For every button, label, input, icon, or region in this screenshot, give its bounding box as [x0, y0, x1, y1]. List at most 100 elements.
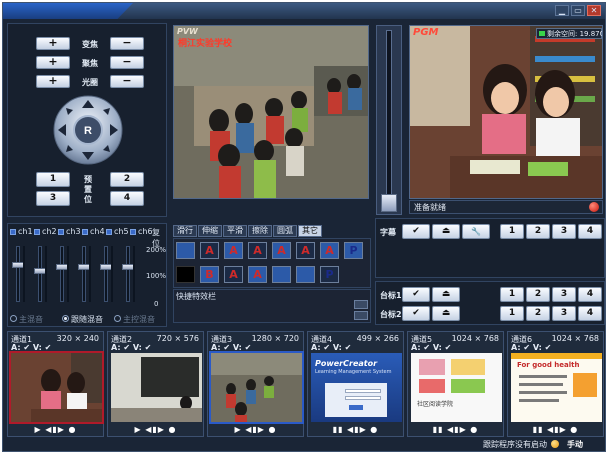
ch6-checkbox[interactable] [130, 229, 136, 235]
audio-slider-track-6[interactable] [126, 246, 130, 302]
record-button[interactable] [589, 202, 599, 212]
subtitle-settings-button[interactable]: 🔧 [462, 224, 490, 239]
channel-playback-controls[interactable]: ▶ ◀▮▶ ● [208, 425, 303, 434]
preset-1-button[interactable]: 1 [36, 172, 70, 187]
zoom-in-button[interactable]: + [36, 37, 70, 50]
effect-icon-14[interactable] [296, 266, 315, 283]
tab-wipe[interactable]: 擦除 [248, 225, 272, 237]
channel-playback-controls[interactable]: ▶ ◀▮▶ ● [108, 425, 203, 434]
channel-4-screen-subtitle: Learning Management System [315, 369, 392, 375]
audio-meter-6 [133, 246, 135, 302]
mode-master-radio[interactable] [114, 315, 121, 322]
tab-stretch[interactable]: 伸缩 [198, 225, 222, 237]
logo-panel: 台标1 ✔ ⏏ 1 2 3 4 台标2 ✔ ⏏ 1 2 3 4 [375, 281, 605, 325]
logo2-3-button[interactable]: 3 [552, 306, 576, 321]
tab-other[interactable]: 其它 [298, 225, 322, 237]
effect-icon-3[interactable]: A [224, 242, 243, 259]
effect-icon-9[interactable] [176, 266, 195, 283]
logo1-eject-button[interactable]: ⏏ [432, 287, 460, 302]
mode-follow-label: 跟随混音 [71, 315, 103, 324]
channel-5[interactable]: 通道5 1024 × 768 A: ✔ V: ✔ 社区阅读学院 ▮▮ ◀▮▶ ● [407, 331, 504, 437]
ptz-direction-pad[interactable]: R [52, 94, 124, 166]
audio-slider-track-3[interactable] [60, 246, 64, 302]
logo2-apply-button[interactable]: ✔ [402, 306, 430, 321]
iris-open-button[interactable]: + [36, 75, 70, 88]
logo2-1-button[interactable]: 1 [500, 306, 524, 321]
close-button[interactable]: ✕ [587, 5, 601, 16]
ch1-checkbox[interactable] [10, 229, 16, 235]
channel-6[interactable]: 通道6 1024 × 768 A: ✔ V: ✔ For good health… [507, 331, 604, 437]
ptz-reset-label[interactable]: R [84, 125, 92, 137]
channel-playback-controls[interactable]: ▮▮ ◀▮▶ ● [508, 425, 603, 434]
effect-icon-6[interactable]: A [296, 242, 315, 259]
subtitle-1-button[interactable]: 1 [500, 224, 524, 239]
ch2-checkbox[interactable] [34, 229, 40, 235]
subtitle-4-button[interactable]: 4 [578, 224, 602, 239]
effect-icon-11[interactable]: A [224, 266, 243, 283]
effect-icon-15[interactable]: P [320, 266, 339, 283]
channel-playback-controls[interactable]: ▶ ◀▮▶ ● [8, 425, 103, 434]
preset-4-button[interactable]: 4 [110, 191, 144, 206]
logo1-label: 台标1 [380, 291, 402, 300]
logo2-4-button[interactable]: 4 [578, 306, 602, 321]
subtitle-apply-button[interactable]: ✔ [402, 224, 430, 239]
audio-slider-track-4[interactable] [82, 246, 86, 302]
mode-main-radio[interactable] [10, 315, 17, 322]
pgm-tag: PGM [413, 27, 439, 38]
effect-icon-4[interactable]: A [248, 242, 267, 259]
focus-in-button[interactable]: + [36, 56, 70, 69]
logo2-2-button[interactable]: 2 [526, 306, 550, 321]
channel-resolution: 1024 × 768 [451, 334, 499, 343]
quick-effects-scroll-up[interactable] [354, 300, 368, 309]
logo1-3-button[interactable]: 3 [552, 287, 576, 302]
subtitle-eject-button[interactable]: ⏏ [432, 224, 460, 239]
zoom-out-button[interactable]: − [110, 37, 144, 50]
logo1-apply-button[interactable]: ✔ [402, 287, 430, 302]
channel-2[interactable]: 通道2 720 × 576 A: ✔ V: ✔ ▶ ◀▮▶ ● [107, 331, 204, 437]
effect-icon-1[interactable] [176, 242, 195, 259]
channel-playback-controls[interactable]: ▮▮ ◀▮▶ ● [408, 425, 503, 434]
channel-3[interactable]: 通道3 1280 × 720 A: ✔ V: ✔ ▶ ◀▮▶ ● [207, 331, 304, 437]
ch4-checkbox[interactable] [82, 229, 88, 235]
effect-icon-8[interactable]: P [344, 242, 363, 259]
channel-2-thumbnail [111, 353, 202, 422]
pvw-tag: PVW [177, 27, 198, 36]
effect-icon-5[interactable]: A [272, 242, 291, 259]
tab-slide[interactable]: 滑行 [173, 225, 197, 237]
iris-close-button[interactable]: − [110, 75, 144, 88]
audio-slider-track-5[interactable] [104, 246, 108, 302]
ch3-checkbox[interactable] [58, 229, 64, 235]
effect-icon-13[interactable] [272, 266, 291, 283]
minimize-button[interactable]: ▁ [555, 5, 569, 16]
channel-1[interactable]: 通道1 320 × 240 A: ✔ V: ✔ ▶ ◀▮▶ ● [7, 331, 104, 437]
mode-follow-radio[interactable] [62, 315, 69, 322]
channel-resolution: 1024 × 768 [551, 334, 599, 343]
focus-out-button[interactable]: − [110, 56, 144, 69]
ch5-checkbox[interactable] [106, 229, 112, 235]
preset-2-button[interactable]: 2 [110, 172, 144, 187]
logo2-eject-button[interactable]: ⏏ [432, 306, 460, 321]
audio-slider-track-1[interactable] [16, 246, 20, 302]
logo1-1-button[interactable]: 1 [500, 287, 524, 302]
tbar-handle[interactable] [381, 194, 397, 212]
effect-icon-10[interactable]: B [200, 266, 219, 283]
tab-arc[interactable]: 圆弧 [273, 225, 297, 237]
transition-tbar[interactable] [376, 25, 402, 215]
logo1-2-button[interactable]: 2 [526, 287, 550, 302]
effect-icon-12[interactable]: A [248, 266, 267, 283]
effect-icon-2[interactable]: A [200, 242, 219, 259]
channel-4[interactable]: 通道4 499 × 266 A: ✔ V: ✔ PowerCreator Lea… [307, 331, 404, 437]
preset-3-button[interactable]: 3 [36, 191, 70, 206]
channel-playback-controls[interactable]: ▮▮ ◀▮▶ ● [308, 425, 403, 434]
subtitle-2-button[interactable]: 2 [526, 224, 550, 239]
audio-slider-track-2[interactable] [38, 246, 42, 302]
channel-resolution: 320 × 240 [56, 334, 99, 343]
pvw-overlay-text: 桐江实验学校 [178, 39, 233, 49]
effect-icon-7[interactable]: A [320, 242, 339, 259]
logo1-4-button[interactable]: 4 [578, 287, 602, 302]
tab-smooth[interactable]: 平滑 [223, 225, 247, 237]
subtitle-3-button[interactable]: 3 [552, 224, 576, 239]
quick-effects-scroll-down[interactable] [354, 311, 368, 320]
mode-indicator-text[interactable]: 手动 [567, 439, 583, 450]
restore-button[interactable]: ▭ [571, 5, 585, 16]
